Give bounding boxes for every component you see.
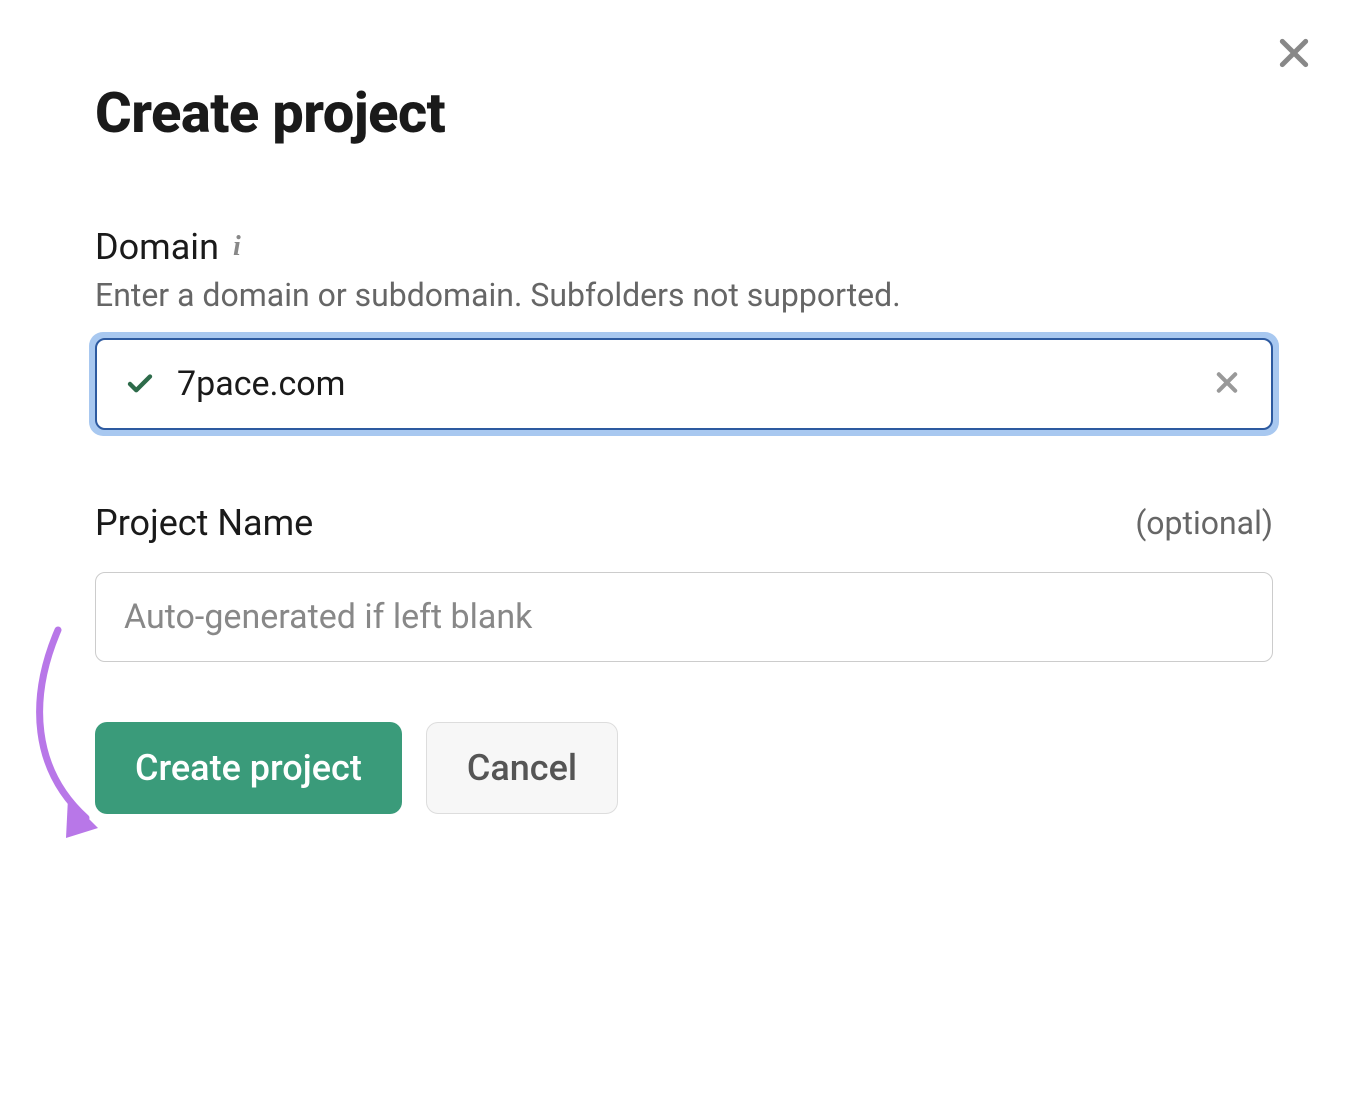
clear-input-button[interactable] [1209, 365, 1245, 404]
optional-label: (optional) [1135, 504, 1273, 542]
create-project-button[interactable]: Create project [95, 722, 402, 814]
project-name-input-wrapper [95, 572, 1273, 662]
info-icon[interactable]: i [233, 231, 241, 263]
close-icon [1274, 33, 1314, 76]
domain-input[interactable] [95, 338, 1273, 430]
cancel-button[interactable]: Cancel [426, 722, 618, 814]
project-name-input[interactable] [95, 572, 1273, 662]
domain-hint: Enter a domain or subdomain. Subfolders … [95, 276, 1273, 314]
project-name-label: Project Name [95, 502, 313, 544]
close-button[interactable] [1270, 30, 1318, 78]
dialog-title: Create project [95, 80, 1273, 146]
domain-field-group: Domain i Enter a domain or subdomain. Su… [95, 226, 1273, 430]
checkmark-icon [125, 369, 155, 399]
create-project-dialog: Create project Domain i Enter a domain o… [0, 0, 1368, 874]
x-icon [1213, 369, 1241, 400]
domain-label: Domain i [95, 226, 241, 268]
project-name-field-group: Project Name (optional) [95, 502, 1273, 662]
domain-input-wrapper [95, 338, 1273, 430]
button-row: Create project Cancel [95, 722, 1273, 814]
